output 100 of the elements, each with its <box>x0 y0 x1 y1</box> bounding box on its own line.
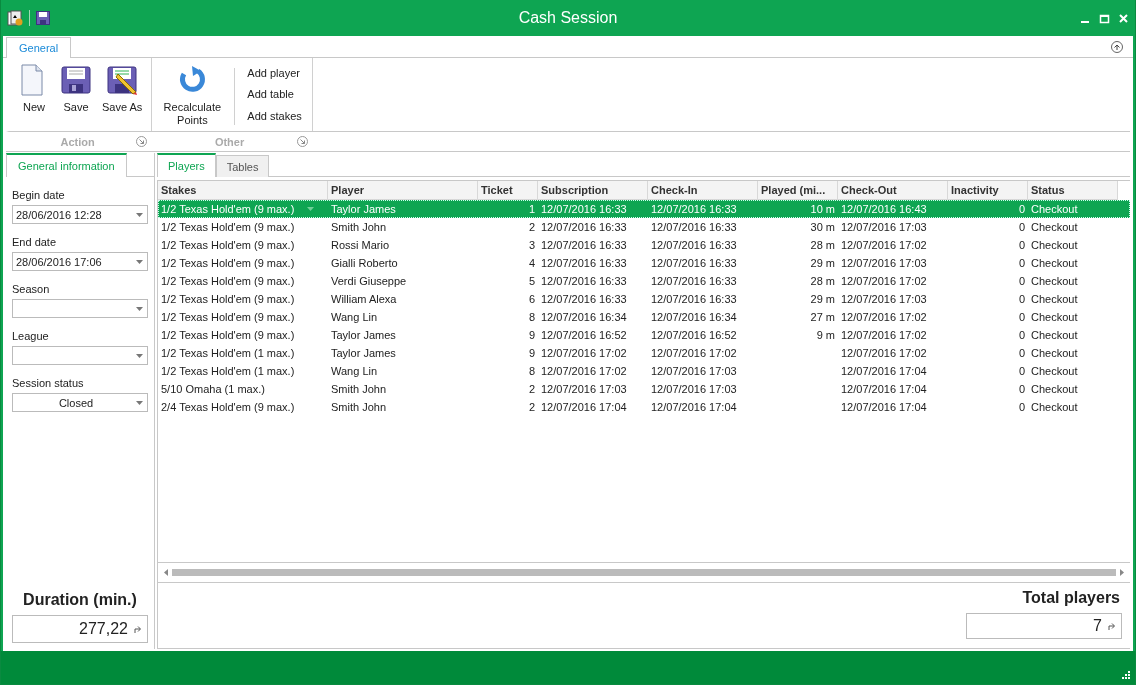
table-cell: 12/07/2016 17:03 <box>841 221 927 233</box>
ribbon-button[interactable]: New <box>15 62 53 131</box>
table-cell: 28 m <box>810 275 835 287</box>
ribbon-tab[interactable]: General <box>6 37 72 58</box>
table-cell: Checkout <box>1031 347 1078 359</box>
table-cell: 0 <box>1018 239 1025 251</box>
column-header[interactable]: Inactivity <box>948 181 1028 200</box>
dropdown-field[interactable]: Closed <box>12 393 148 412</box>
table-cell: 12/07/2016 16:52 <box>651 329 737 341</box>
table-cell: Smith John <box>331 401 387 413</box>
table-cell: Wang Lin <box>331 365 378 377</box>
table-cell: Rossi Mario <box>331 239 390 251</box>
table-row[interactable]: 1/2 Texas Hold'em (9 max.) Gialli Roberto 4 12/07/2016 16:33 12/07/2016 16:33 29 m 12/07/2016 17:03 0 Checkout <box>158 254 1130 272</box>
table-row[interactable]: 5/10 Omaha (1 max.) Smith John 2 12/07/2016 17:03 12/07/2016 17:03 12/07/2016 17:04 0 Checkout <box>158 380 1130 398</box>
table-row[interactable]: 1/2 Texas Hold'em (9 max.) Smith John 2 12/07/2016 16:33 12/07/2016 16:33 30 m 12/07/2016 17:03 0 Checkout <box>158 218 1130 236</box>
table-cell: 0 <box>1018 221 1025 233</box>
table-row[interactable]: 1/2 Texas Hold'em (9 max.) Verdi Giuseppe 5 12/07/2016 16:33 12/07/2016 16:33 28 m 12/07/2016 17:02 0 Checkout <box>158 272 1130 290</box>
column-header[interactable]: Ticket <box>478 181 538 200</box>
table-row[interactable]: 1/2 Texas Hold'em (9 max.) Taylor James 9 12/07/2016 16:52 12/07/2016 16:52 9 m 12/07/2016 17:02 0 Checkout <box>158 326 1130 344</box>
ribbon-button[interactable]: Save <box>57 62 95 131</box>
total-players-field[interactable]: 7 <box>966 613 1122 639</box>
table-cell: 12/07/2016 17:04 <box>841 401 927 413</box>
table-cell: 1/2 Texas Hold'em (9 max.) <box>161 293 295 305</box>
field-label: Begin date <box>12 189 66 201</box>
table-cell: Verdi Giuseppe <box>331 275 407 287</box>
table-cell: 0 <box>1018 383 1025 395</box>
table-cell: Taylor James <box>331 203 396 215</box>
table-cell: 1/2 Texas Hold'em (9 max.) <box>161 275 295 287</box>
dropdown-field[interactable]: 28/06/2016 17:06 <box>12 252 148 271</box>
table-cell: 12/07/2016 17:02 <box>841 239 927 251</box>
column-header[interactable]: Check-Out <box>838 181 948 200</box>
table-cell: 10 m <box>810 203 835 215</box>
column-header[interactable]: Status <box>1028 181 1118 200</box>
table-cell: 12/07/2016 17:04 <box>841 383 927 395</box>
table-cell: Checkout <box>1031 329 1078 341</box>
table-cell: Smith John <box>331 221 387 233</box>
table-cell: 1/2 Texas Hold'em (9 max.) <box>161 329 295 341</box>
table-cell: 5 <box>528 275 535 287</box>
ribbon-button[interactable]: Add stakes <box>243 108 306 125</box>
column-header[interactable]: Player <box>328 181 478 200</box>
field-label: End date <box>12 236 58 248</box>
ribbon-button[interactable]: Add table <box>243 86 306 103</box>
table-cell: 12/07/2016 16:33 <box>651 293 737 305</box>
table-cell: 12/07/2016 16:33 <box>651 275 737 287</box>
ribbon-button[interactable]: Add player <box>243 64 306 81</box>
table-cell: 0 <box>1018 311 1025 323</box>
column-header[interactable]: Stakes <box>158 181 328 200</box>
table-cell: 28 m <box>810 239 835 251</box>
table-cell: 12/07/2016 16:33 <box>541 275 627 287</box>
table-cell: 12/07/2016 17:02 <box>541 365 627 377</box>
table-cell: 12/07/2016 17:03 <box>651 383 737 395</box>
table-cell: 12/07/2016 16:33 <box>541 221 627 233</box>
table-cell: 12/07/2016 16:34 <box>651 311 737 323</box>
table-cell: 12/07/2016 16:33 <box>651 203 737 215</box>
table-row[interactable]: 1/2 Texas Hold'em (1 max.) Wang Lin 8 12/07/2016 17:02 12/07/2016 17:03 12/07/2016 17:04 0 Checkout <box>158 362 1130 380</box>
total-players-label: Total players <box>1022 589 1120 607</box>
table-cell: 12/07/2016 16:33 <box>651 221 737 233</box>
table-row[interactable]: 1/2 Texas Hold'em (1 max.) Taylor James 9 12/07/2016 17:02 12/07/2016 17:02 12/07/2016 17:02 0 Checkout <box>158 344 1130 362</box>
table-cell: 9 <box>528 347 535 359</box>
table-cell: 1/2 Texas Hold'em (1 max.) <box>161 347 295 359</box>
table-row[interactable]: 1/2 Texas Hold'em (9 max.) Wang Lin 8 12/07/2016 16:34 12/07/2016 16:34 27 m 12/07/2016 17:02 0 Checkout <box>158 308 1130 326</box>
ribbon-button[interactable]: Recalculate Points <box>158 62 227 131</box>
table-cell: 8 <box>528 311 535 323</box>
table-cell: 12/07/2016 16:33 <box>541 239 627 251</box>
table-cell: Checkout <box>1031 311 1078 323</box>
dropdown-field[interactable]: 28/06/2016 12:28 <box>12 205 148 224</box>
table-row[interactable]: 1/2 Texas Hold'em (9 max.) Rossi Mario 3 12/07/2016 16:33 12/07/2016 16:33 28 m 12/07/2016 17:02 0 Checkout <box>158 236 1130 254</box>
table-cell: 12/07/2016 17:02 <box>841 347 927 359</box>
table-cell: 9 m <box>816 329 835 341</box>
table-cell: Checkout <box>1031 257 1078 269</box>
table-cell: 2/4 Texas Hold'em (9 max.) <box>161 401 295 413</box>
table-cell: 12/07/2016 17:03 <box>841 293 927 305</box>
table-cell: Checkout <box>1031 221 1078 233</box>
table-row[interactable]: 2/4 Texas Hold'em (9 max.) Smith John 2 12/07/2016 17:04 12/07/2016 17:04 12/07/2016 17:04 0 Checkout <box>158 398 1130 416</box>
column-header[interactable]: Check-In <box>648 181 758 200</box>
tab[interactable]: Tables <box>215 155 270 177</box>
table-cell: 12/07/2016 16:33 <box>651 239 737 251</box>
table-cell: 2 <box>528 401 535 413</box>
column-header[interactable]: Played (mi... <box>758 181 838 200</box>
table-cell: 1/2 Texas Hold'em (9 max.) <box>161 311 295 323</box>
table-cell: 30 m <box>810 221 835 233</box>
ribbon-button[interactable]: Save As <box>99 62 146 131</box>
table-cell: 12/07/2016 17:02 <box>651 347 737 359</box>
window-title: Cash Session <box>517 9 619 27</box>
column-header[interactable]: Subscription <box>538 181 648 200</box>
table-cell: 0 <box>1018 329 1025 341</box>
table-cell: 29 m <box>810 293 835 305</box>
table-cell: 1/2 Texas Hold'em (9 max.) <box>161 221 295 233</box>
table-cell: 0 <box>1018 275 1025 287</box>
duration-field[interactable]: 277,22 <box>12 615 148 643</box>
table-row[interactable]: 1/2 Texas Hold'em (9 max.) William Alexa 6 12/07/2016 16:33 12/07/2016 16:33 29 m 12/07/2016 17:03 0 Checkout <box>158 290 1130 308</box>
table-cell: 6 <box>528 293 535 305</box>
table-cell: 0 <box>1018 365 1025 377</box>
table-cell: Gialli Roberto <box>331 257 398 269</box>
table-cell: 0 <box>1018 347 1025 359</box>
table-cell: 12/07/2016 17:03 <box>541 383 627 395</box>
table-cell: Checkout <box>1031 365 1078 377</box>
table-cell: 0 <box>1018 401 1025 413</box>
table-cell: 12/07/2016 17:04 <box>841 365 927 377</box>
table-cell: 2 <box>528 383 535 395</box>
